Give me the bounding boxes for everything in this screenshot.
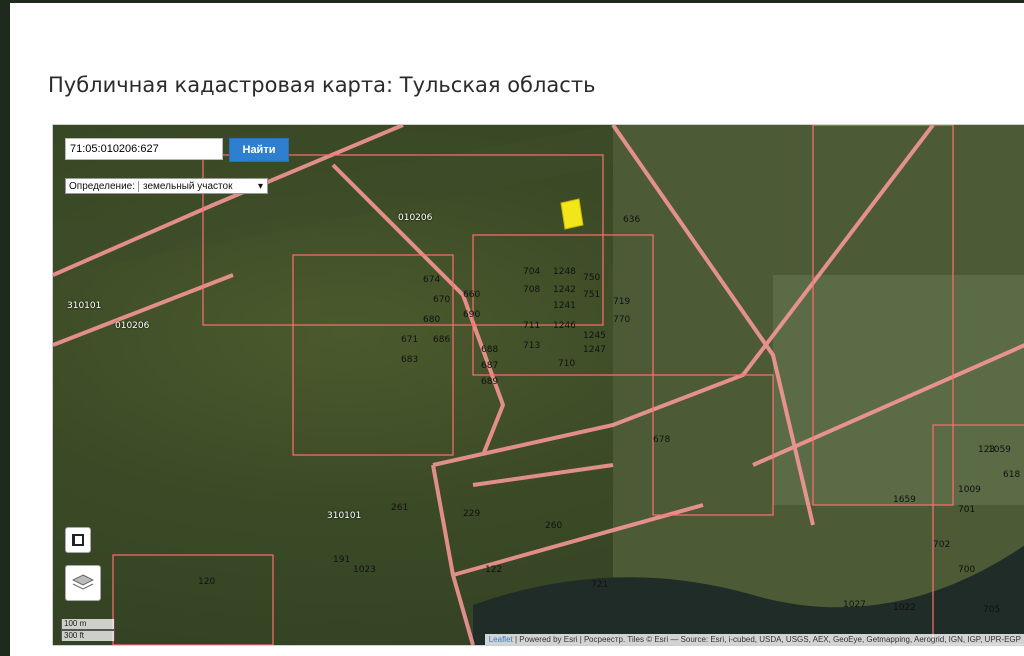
map-attribution: Leaflet | Powered by Esri | Росреестр. T… [484,634,1024,645]
parcel-label: 700 [958,565,976,575]
parcel-label: 751 [583,290,601,300]
search-bar: Найти [65,138,289,162]
parcel-label: 1246 [553,321,576,331]
selected-parcel[interactable] [560,198,584,230]
parcel-label: 120 [198,577,216,587]
field-area [773,275,1024,505]
parcel-label: 191 [333,555,351,565]
search-button[interactable]: Найти [229,138,289,162]
parcel-label: 260 [545,521,563,531]
parcel-label: 122 [485,565,503,575]
parcel-label: 683 [401,355,419,365]
layers-icon [72,574,94,590]
parcel-label: 750 [583,273,601,283]
scale-bar: 100 m 300 ft [61,619,115,641]
page-title: Публичная кадастровая карта: Тульская об… [48,73,596,97]
fullscreen-icon [72,534,84,546]
zone-label: 310101 [327,511,362,521]
parcel-label: 687 [481,361,499,371]
parcel-label: 660 [463,290,481,300]
parcel-label: 1247 [583,345,606,355]
cadastral-map[interactable]: 704 1248 750 708 1242 751 719 1241 1246 … [52,124,1024,646]
parcel-label: 1241 [553,301,576,311]
parcel-label: 704 [523,267,541,277]
parcel-label: 1027 [843,600,866,610]
parcel-label: 721 [591,580,609,590]
content-card: Публичная кадастровая карта: Тульская об… [10,3,1024,656]
definition-value: земельный участок [143,180,233,192]
parcel-label: 708 [523,285,541,295]
parcel-label: 688 [481,345,499,355]
parcel-label: 713 [523,341,541,351]
zone-label: 010206 [398,213,433,223]
scale-imperial: 300 ft [61,630,115,641]
parcel-label: 701 [958,505,976,515]
chevron-down-icon: ▾ [257,180,264,192]
parcel-label: 686 [433,335,451,345]
parcel-label: 1659 [893,495,916,505]
attribution-text: | Powered by Esri | Росреестр. Tiles © E… [512,635,1021,644]
parcel-label: 711 [523,321,541,331]
definition-label: Определение: [69,180,136,192]
parcel-label: 702 [933,540,951,550]
parcel-label: 719 [613,297,631,307]
parcel-label: 261 [391,503,409,513]
parcel-label: 689 [481,377,499,387]
parcel-label: 690 [463,310,481,320]
parcel-label: 671 [401,335,419,345]
parcel-label: 1022 [893,603,916,613]
parcel-label: 680 [423,315,441,325]
parcel-label: 670 [433,295,451,305]
parcel-label: 618 [1003,470,1021,480]
parcel-label: 1248 [553,267,576,277]
parcel-label: 123 [978,445,996,455]
fullscreen-button[interactable] [65,527,91,553]
parcel-label: 705 [983,605,1001,615]
definition-value-box[interactable]: земельный участок ▾ [138,180,267,192]
cadastral-number-input[interactable] [65,138,223,160]
map-imagery [53,125,1024,645]
scale-metric: 100 m [61,619,115,630]
parcel-label: 710 [558,359,576,369]
definition-select[interactable]: Определение: земельный участок ▾ [65,178,269,194]
parcel-label: 636 [623,215,641,225]
leaflet-link[interactable]: Leaflet [489,635,513,644]
parcel-label: 1245 [583,331,606,341]
parcel-label: 229 [463,509,481,519]
parcel-label: 678 [653,435,671,445]
parcel-label: 674 [423,275,441,285]
zone-label: 310101 [67,301,102,311]
layers-button[interactable] [65,565,101,601]
parcel-label: 1242 [553,285,576,295]
parcel-label: 770 [613,315,631,325]
parcel-label: 1023 [353,565,376,575]
zone-label: 010206 [115,321,150,331]
parcel-label: 1009 [958,485,981,495]
